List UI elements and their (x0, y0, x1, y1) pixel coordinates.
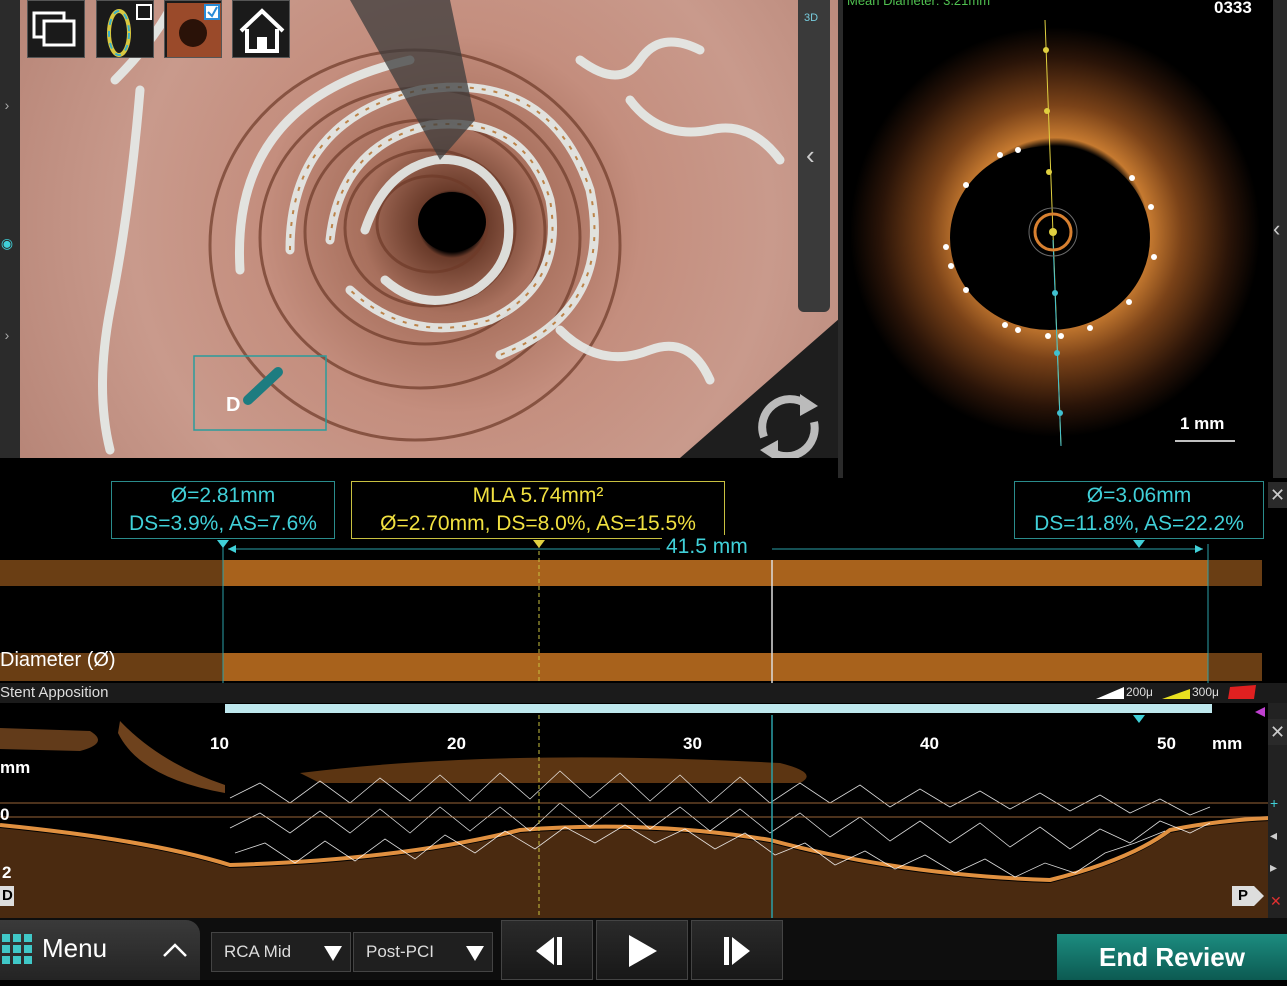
left-ref-stenosis: DS=3.9%, AS=7.6% (129, 512, 317, 535)
proximal-marker[interactable]: P (1238, 887, 1248, 904)
legend-yellow-icon (1162, 689, 1190, 699)
expand-left-lower-icon[interactable]: › (0, 320, 14, 350)
scale-bar-label: 1 mm (1180, 414, 1225, 433)
tick-30: 30 (683, 734, 702, 753)
next-frame-button[interactable] (691, 920, 783, 980)
mla-stenosis: Ø=2.70mm, DS=8.0%, AS=15.5% (380, 512, 696, 535)
flythrough-3d-view[interactable]: D (20, 0, 840, 458)
longitudinal-view[interactable]: 10 20 30 40 50 mm mm 0 2 D P (0, 703, 1270, 918)
end-review-button[interactable]: End Review (1057, 934, 1287, 980)
vessel-lumen-render (98, 0, 840, 458)
segment-select[interactable]: RCA Mid (211, 932, 351, 972)
home-icon (239, 8, 285, 53)
right-ref-diameter: Ø=3.06mm (1086, 484, 1192, 507)
tick-40: 40 (920, 734, 939, 753)
layers-icon (32, 11, 76, 47)
stage-value: Post-PCI (366, 942, 435, 961)
legend-200: 200μ (1126, 685, 1153, 699)
depth-zero: 0 (0, 805, 10, 824)
stent-toggle-button[interactable] (96, 0, 154, 58)
eye-icon[interactable]: ◉ (0, 228, 14, 258)
distal-marker[interactable]: D (2, 887, 13, 904)
distal-marker-label: D (226, 394, 241, 416)
previous-frame-button[interactable] (501, 920, 593, 980)
home-button[interactable] (232, 0, 290, 58)
left-edge-panel: › ◉ › (0, 0, 20, 458)
vessel-thumbnail-icon (167, 3, 221, 57)
play-button[interactable] (596, 920, 688, 980)
skip-forward-icon (724, 937, 750, 965)
axis-unit: mm (1212, 734, 1243, 753)
layers-button[interactable] (27, 0, 85, 58)
view-collapse-strip[interactable]: 3D ‹ (798, 0, 830, 312)
vessel-view-button[interactable] (164, 0, 222, 58)
right-edge-panel: ‹ (1273, 0, 1287, 478)
left-reference-box[interactable]: Ø=2.81mm DS=3.9%, AS=7.6% (111, 481, 335, 539)
depth-unit: mm (0, 758, 31, 777)
apposition-label: Stent Apposition (0, 684, 109, 701)
step-forward-icon[interactable]: ▸ (1270, 859, 1277, 876)
stent-ring-icon (107, 4, 152, 57)
badge-3d: 3D (804, 12, 819, 24)
lumen-profile-panel[interactable]: Ø=2.81mm DS=3.9%, AS=7.6% MLA 5.74mm² Ø=… (0, 478, 1287, 683)
menu-label: Menu (42, 933, 108, 963)
legend-300: 300μ (1192, 685, 1219, 699)
chevron-down-icon (466, 946, 484, 961)
left-ref-diameter: Ø=2.81mm (170, 484, 276, 507)
profile-mode-label: Diameter (Ø) (0, 649, 116, 671)
close-longitudinal-icon[interactable]: ✕ (1268, 719, 1287, 745)
legend-white-icon (1096, 687, 1124, 699)
segment-value: RCA Mid (224, 942, 292, 961)
skip-back-icon (536, 937, 562, 965)
longitudinal-oct-image (0, 703, 1270, 918)
oct-title: Mean Diameter: 3.21mm (847, 0, 991, 8)
sync-rotate-icon[interactable] (744, 382, 834, 458)
stent-apposition-bar: Stent Apposition 200μ 300μ (0, 683, 1287, 703)
close-profile-icon[interactable]: ✕ (1268, 482, 1287, 508)
chevron-up-icon (163, 943, 187, 957)
chevron-down-icon (324, 946, 342, 961)
oct-cross-section[interactable]: Mean Diameter: 3.21mm 0333 1 mm (843, 0, 1273, 478)
step-back-icon[interactable]: ◂ (1270, 827, 1277, 844)
right-reference-box[interactable]: Ø=3.06mm DS=11.8%, AS=22.2% (1014, 481, 1264, 539)
right-ref-stenosis: DS=11.8%, AS=22.2% (1034, 512, 1244, 535)
expand-left-icon[interactable]: › (0, 90, 14, 120)
play-icon (629, 935, 657, 967)
frame-number: 0333 (1214, 0, 1252, 17)
add-marker-icon[interactable]: + (1270, 795, 1278, 811)
collapse-chevron-icon[interactable]: ‹ (806, 140, 815, 171)
mla-box[interactable]: MLA 5.74mm² Ø=2.70mm, DS=8.0%, AS=15.5% (351, 481, 725, 539)
tick-20: 20 (447, 734, 466, 753)
tick-50: 50 (1157, 734, 1176, 753)
stage-select[interactable]: Post-PCI (353, 932, 493, 972)
depth-two: 2 (2, 863, 12, 882)
mla-area: MLA 5.74mm² (472, 484, 604, 507)
oct-image (850, 19, 1260, 447)
menu-button[interactable]: Menu (0, 920, 200, 980)
expand-right-icon[interactable]: ‹ (1273, 216, 1280, 242)
grid-menu-icon (2, 934, 32, 964)
segment-length: 41.5 mm (662, 535, 752, 559)
longitudinal-tools: ✕ + ◂ ▸ ✕ (1268, 703, 1287, 918)
tick-10: 10 (210, 734, 229, 753)
legend-red-icon (1228, 685, 1256, 699)
delete-marker-icon[interactable]: ✕ (1270, 893, 1282, 910)
